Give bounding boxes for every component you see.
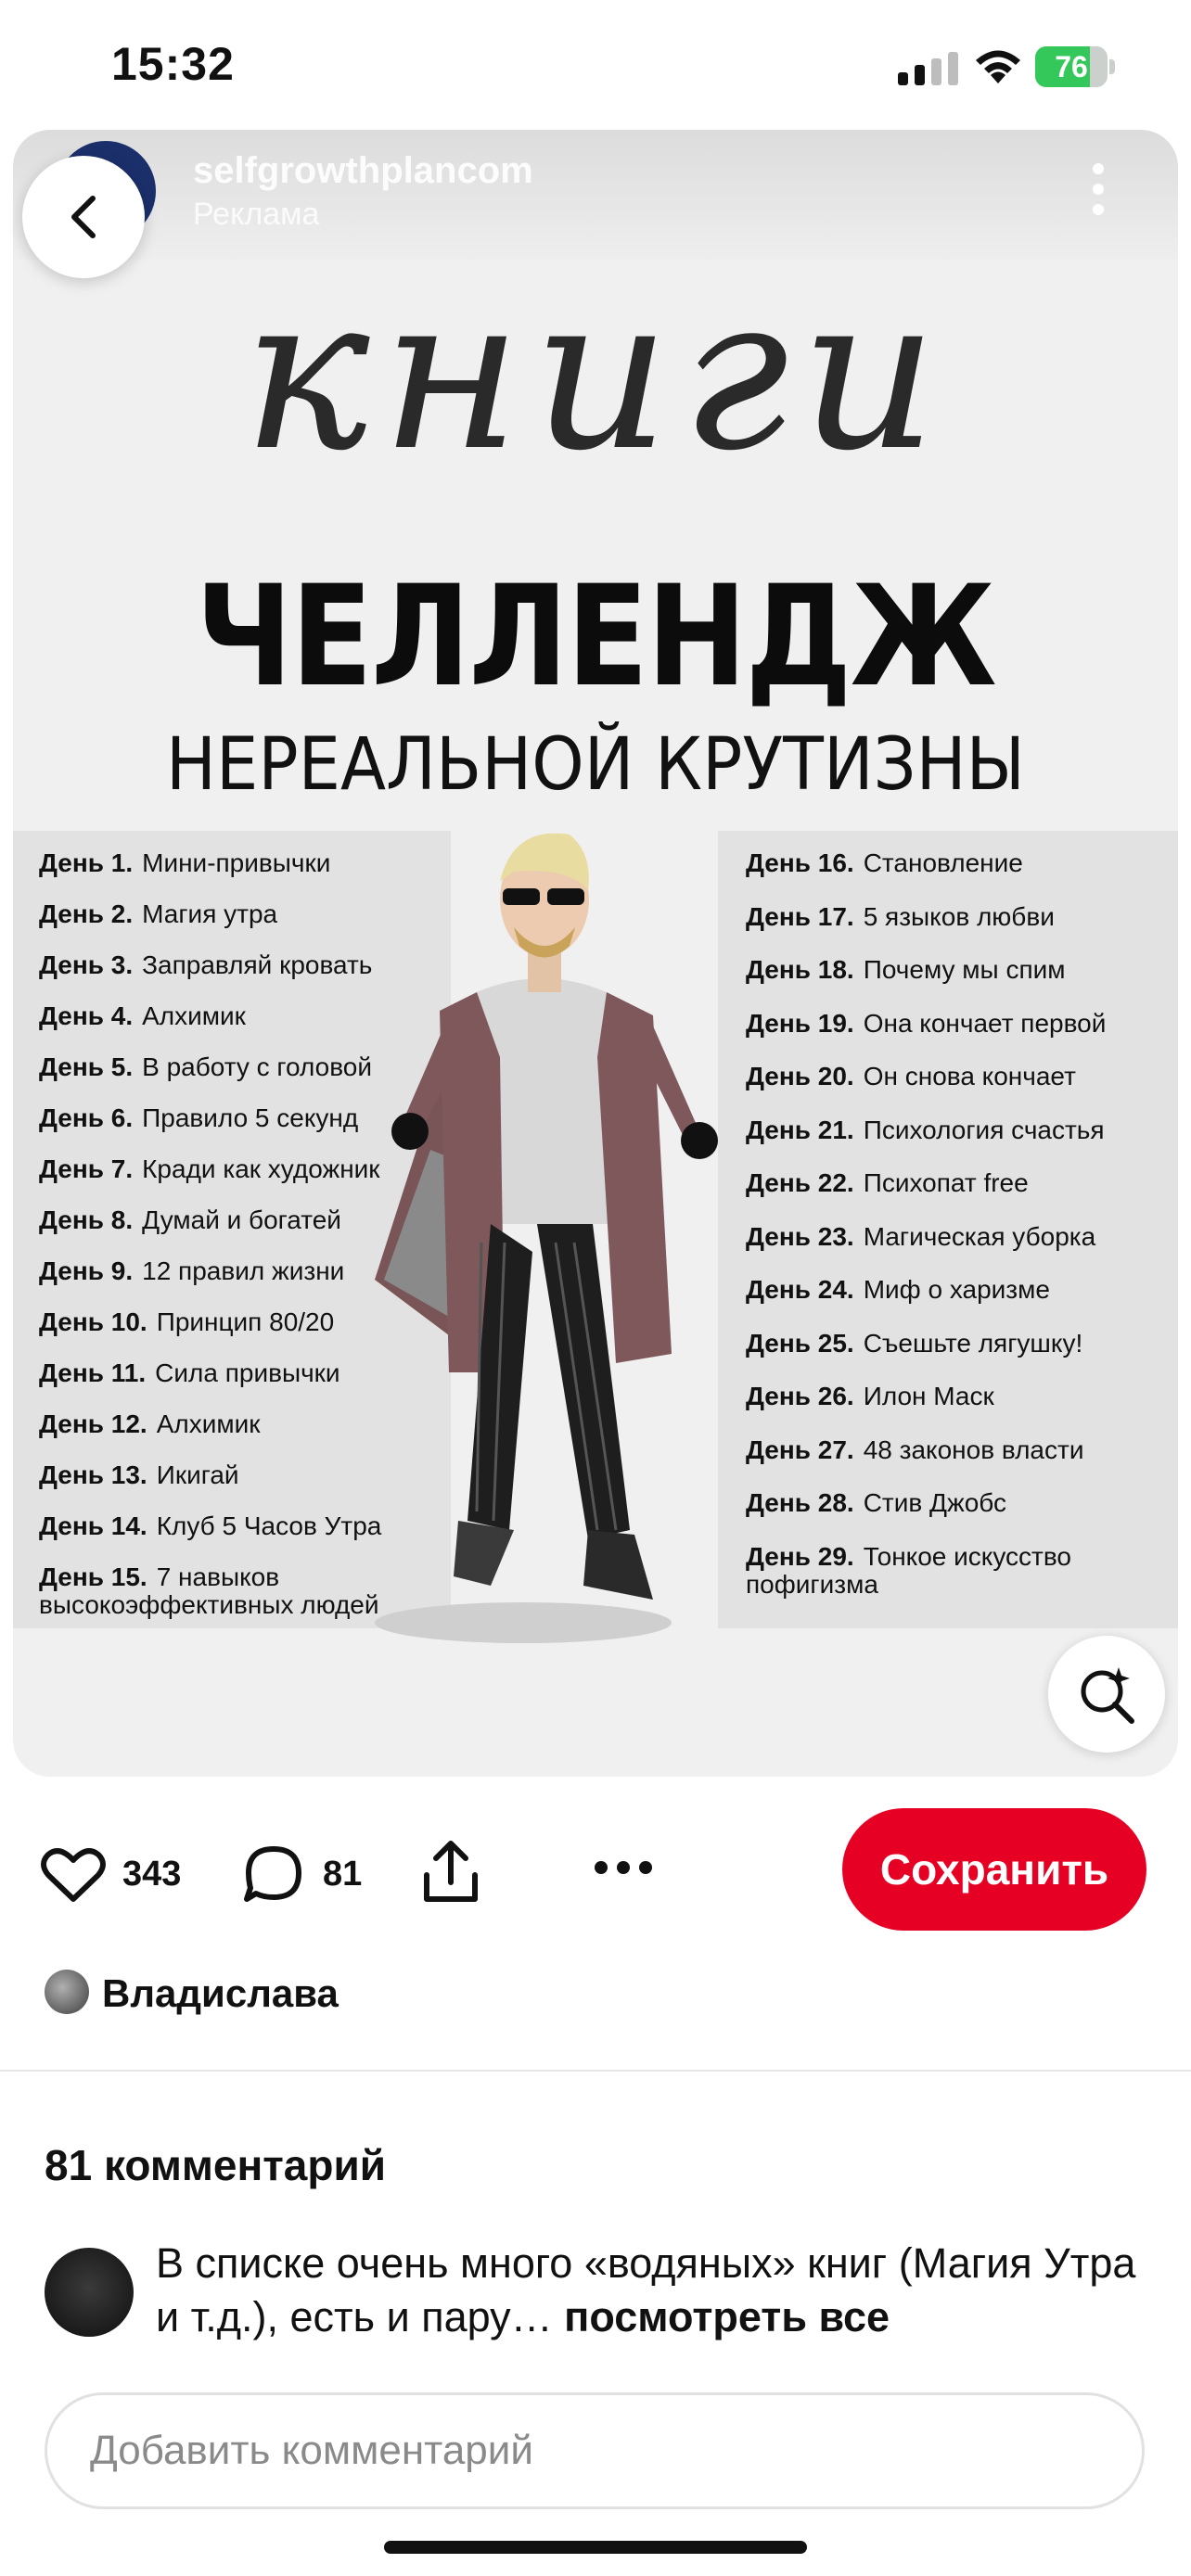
day-book-title: Тонкое искусство (863, 1541, 1071, 1571)
pin-header (13, 130, 1178, 260)
day-number: День 6. (39, 1103, 134, 1132)
day-item: День 2. Магия утра (39, 900, 277, 928)
day-book-title: Алхимик (142, 1001, 246, 1030)
add-comment-input[interactable] (45, 2392, 1145, 2509)
battery-level-text: 76 (1055, 50, 1088, 83)
day-number: День 10. (39, 1307, 147, 1336)
day-book-title: Стив Джобс (863, 1488, 1007, 1517)
day-book-title: Психология счастья (863, 1115, 1105, 1144)
day-number: День 4. (39, 1001, 134, 1030)
pin-challenge-subtitle: НЕРЕАЛЬНОЙ КРУТИЗНЫ (166, 723, 1025, 807)
day-item: День 13. Икигай (39, 1461, 239, 1489)
commenter-avatar[interactable] (45, 2248, 134, 2337)
battery-icon: 76 (1035, 46, 1115, 87)
day-item: День 10. Принцип 80/20 (39, 1308, 334, 1336)
day-book-title: Она кончает первой (863, 1008, 1107, 1038)
pin-challenge-title: ЧЕЛЛЕНДЖ (196, 556, 997, 718)
visual-search-button[interactable] (1048, 1636, 1165, 1753)
day-item: День 4. Алхимик (39, 1002, 246, 1030)
day-book-title: Алхимик (156, 1409, 261, 1438)
status-bar: 15:32 76 (0, 0, 1191, 130)
day-book-title: Психопат free (863, 1168, 1029, 1197)
day-number: День 13. (39, 1460, 147, 1489)
ad-label: Реклама (193, 197, 320, 232)
day-number: День 9. (39, 1256, 134, 1285)
wifi-icon (976, 50, 1020, 83)
day-number: День 14. (39, 1511, 147, 1540)
more-horiz-icon[interactable] (594, 1860, 653, 1875)
author-name[interactable]: Владислава (102, 1971, 339, 2016)
heart-icon[interactable] (41, 1847, 106, 1903)
back-button[interactable] (22, 156, 145, 278)
day-book-title: Становление (863, 848, 1023, 877)
day-number: День 8. (39, 1205, 134, 1234)
day-book-title: Магия утра (142, 899, 278, 928)
day-number: День 1. (39, 848, 134, 877)
status-time: 15:32 (111, 38, 235, 90)
day-number: День 7. (39, 1154, 134, 1183)
day-book-title: Илон Маск (863, 1382, 994, 1410)
day-book-title: Магическая уборка (863, 1221, 1096, 1251)
day-item: День 12. Алхимик (39, 1410, 261, 1438)
advertiser-name[interactable]: selfgrowthplancom (193, 150, 533, 192)
day-book-title: 5 языков любви (863, 901, 1055, 931)
day-book-title: Почему мы спим (863, 955, 1066, 984)
day-number: День 15. (39, 1562, 147, 1591)
like-count: 343 (122, 1855, 182, 1894)
day-number: День 5. (39, 1052, 134, 1081)
day-book-title: Съешьте лягушку! (863, 1328, 1083, 1358)
day-item: День 1. Мини-привычки (39, 849, 330, 877)
comments-heading: 81 комментарий (45, 2141, 387, 2189)
author-avatar[interactable] (45, 1970, 89, 2014)
actions-row: 343 81 Сохранить (0, 1799, 1191, 1938)
share-icon[interactable] (421, 1838, 480, 1905)
divider (0, 2070, 1191, 2072)
day-book-title: Он снова кончает (863, 1062, 1076, 1090)
day-book-title: Икигай (156, 1460, 239, 1489)
visual-search-icon (1081, 1667, 1134, 1724)
comment-count: 81 (323, 1855, 363, 1894)
day-book-title: Миф о харизме (863, 1275, 1050, 1304)
day-book-title: 48 законов власти (863, 1435, 1084, 1464)
comment-text: В списке очень много «водяных» книг (Маг… (156, 2237, 1158, 2344)
man-in-coat-illustration (375, 833, 718, 1643)
cellular-signal-icon (898, 52, 958, 85)
day-number: День 12. (39, 1409, 147, 1438)
day-book-title: 7 навыков (156, 1562, 280, 1591)
pin-card[interactable]: selfgrowthplancom Реклама книги ЧЕЛЛЕНДЖ… (13, 130, 1178, 1777)
see-all-link[interactable]: посмотреть все (564, 2293, 890, 2340)
day-number: День 11. (39, 1358, 147, 1387)
comment-icon[interactable] (243, 1843, 304, 1905)
back-icon (71, 196, 96, 238)
home-indicator (384, 2541, 807, 2554)
day-number: День 3. (39, 950, 134, 979)
day-number: День 2. (39, 899, 134, 928)
save-button[interactable]: Сохранить (842, 1808, 1146, 1931)
more-vert-icon[interactable] (1089, 163, 1108, 219)
pin-script-title: книги (242, 250, 949, 498)
